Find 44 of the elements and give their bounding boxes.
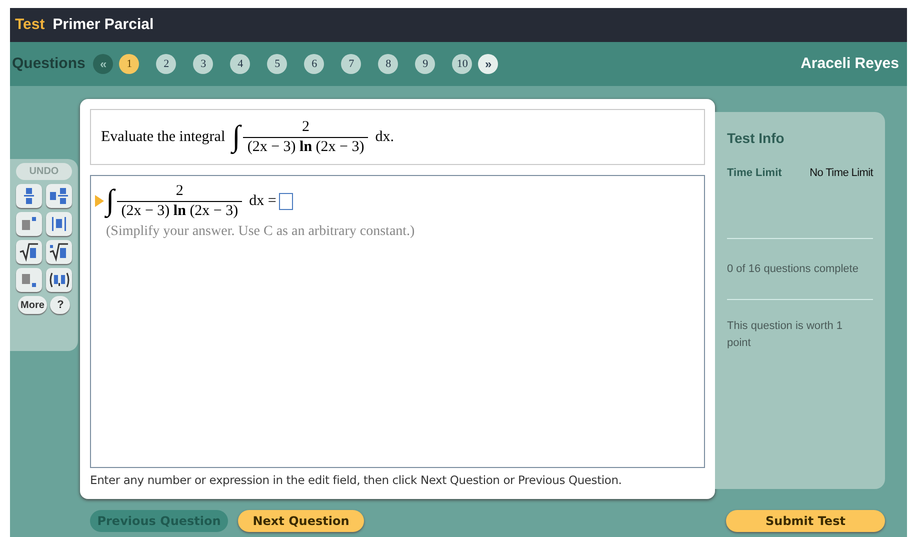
header-label: Test — [15, 14, 45, 35]
question-number[interactable]: 4 — [230, 54, 250, 74]
question-number[interactable]: 3 — [193, 54, 214, 74]
progress-text: 0 of 16 questions complete — [727, 262, 860, 276]
sqrt-template-icon — [18, 242, 40, 262]
denominator: (2x − 3) ln (2x − 3) — [243, 136, 368, 156]
nthroot-template-icon — [48, 242, 70, 262]
more-button[interactable]: More — [18, 296, 48, 314]
instructions-text: Enter any number or expression in the edit field, then click Next Question or Previous Question. — [90, 472, 623, 489]
questions-label: Questions — [12, 54, 86, 74]
mixed-template-icon — [48, 186, 70, 206]
question-number[interactable]: 9 — [415, 54, 436, 74]
submit-test-button[interactable]: Submit Test — [726, 510, 885, 532]
denominator: (2x − 3) ln (2x − 3) — [117, 200, 242, 220]
integral-sign: ∫ — [232, 122, 240, 152]
time-limit-value: No Time Limit — [810, 166, 873, 181]
worth-text: This question is worth 1 point — [727, 319, 844, 350]
numerator: 2 — [176, 182, 184, 201]
numerator: 2 — [302, 118, 310, 136]
time-limit-label: Time Limit — [727, 166, 782, 181]
user-name: Araceli Reyes — [800, 54, 899, 74]
next-questions-button[interactable]: » — [478, 54, 498, 74]
question-number[interactable]: 6 — [304, 54, 324, 74]
question-number[interactable]: 1 — [119, 54, 140, 74]
question-number[interactable]: 8 — [378, 54, 398, 74]
hint-text: (Simplify your answer. Use C as an arbitrary constant.) — [106, 222, 416, 240]
question-number[interactable]: 10 — [452, 54, 472, 74]
template-button[interactable] — [16, 240, 42, 264]
question-number[interactable]: 7 — [341, 54, 362, 74]
differential-text: dx. — [375, 128, 394, 147]
prompt-text: Evaluate the integral — [101, 128, 226, 147]
question-number[interactable]: 2 — [156, 54, 176, 74]
answer-input-field[interactable] — [279, 192, 294, 210]
current-step-icon — [95, 195, 104, 208]
test-title: Primer Parcial — [52, 14, 154, 35]
template-button[interactable] — [46, 240, 72, 264]
pair-template-icon — [48, 270, 70, 290]
next-question-button[interactable]: Next Question — [238, 510, 364, 532]
integral-sign: ∫ — [106, 186, 114, 216]
template-button[interactable] — [46, 268, 72, 292]
question-number[interactable]: 5 — [267, 54, 288, 74]
test-info-title: Test Info — [727, 129, 786, 148]
differential-text: dx = — [249, 192, 276, 211]
help-button[interactable]: ? — [50, 296, 70, 314]
